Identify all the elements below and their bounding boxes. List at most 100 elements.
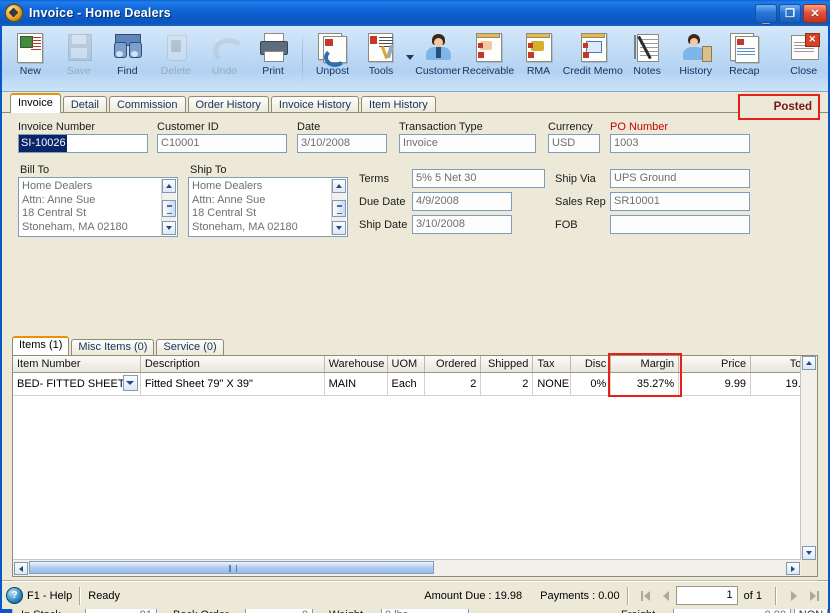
toolbar-unpost-button[interactable]: Unpost [308,29,357,89]
ship-to-scroll-thumb[interactable] [332,200,346,217]
close-button[interactable]: ✕ [803,3,827,23]
cell-tax[interactable]: NONE [533,373,572,395]
nav-last-button[interactable] [804,586,824,605]
toolbar-undo-button[interactable]: Undo [200,29,249,89]
bill-to-scroll-up-icon[interactable] [162,179,176,193]
customer-id-input[interactable]: C10001 [157,134,287,153]
toolbar-receivable-button[interactable]: Receivable [462,29,514,89]
nav-prev-button[interactable] [656,586,676,605]
label-freight: Freight [621,609,655,613]
column-header-price[interactable]: Price [679,356,752,372]
items-grid: Item Number Description Warehouse UOM Or… [12,353,818,577]
cell-description[interactable]: Fitted Sheet 79" X 39" [141,373,325,395]
fob-input[interactable] [610,215,750,234]
grid-horizontal-scrollbar[interactable] [13,559,801,576]
cell-shipped[interactable]: 2 [481,373,534,395]
tab-invoice-history[interactable]: Invoice History [270,96,360,113]
help-icon[interactable]: ? [6,587,23,604]
status-help-label[interactable]: F1 - Help [27,590,72,602]
toolbar-customer-button[interactable]: Customer [414,29,463,89]
label-customer-id: Customer ID [157,121,219,133]
table-row[interactable]: BED- FITTED SHEET Fitted Sheet 79" X 39"… [13,373,817,396]
bill-to-address[interactable]: Home Dealers Attn: Anne Sue 18 Central S… [18,177,178,237]
status-ready-label: Ready [88,589,121,602]
grid-scroll-down-icon[interactable] [802,546,816,560]
toolbar-find-button[interactable]: Find [103,29,152,89]
cell-warehouse[interactable]: MAIN [325,373,388,395]
column-header-ordered[interactable]: Ordered [425,356,482,372]
toolbar-notes-button[interactable]: Notes [623,29,672,89]
cell-uom[interactable]: Each [388,373,426,395]
status-badge: Posted [738,94,820,120]
toolbar-print-button[interactable]: Print [249,29,298,89]
nav-next-button[interactable] [784,586,804,605]
sales-rep-input[interactable]: SR10001 [610,192,750,211]
toolbar-credit-memo-label: Credit Memo [562,65,623,77]
tab-invoice[interactable]: Invoice [10,93,61,113]
cell-ordered[interactable]: 2 [425,373,482,395]
bill-to-line-2: Attn: Anne Sue [22,193,96,206]
bill-to-scrollbar[interactable] [161,179,176,235]
page-number-input[interactable]: 1 [675,586,738,605]
grid-tab-items[interactable]: Items (1) [12,336,70,355]
grid-horizontal-thumb[interactable] [29,561,434,574]
grid-scroll-right-icon[interactable] [786,562,800,575]
close-window-icon: ✕ [788,32,820,62]
transaction-type-input[interactable]: Invoice [399,134,536,153]
column-header-disc[interactable]: Disc [571,356,612,372]
toolbar-credit-memo-button[interactable]: Credit Memo [563,29,623,89]
tab-item-history[interactable]: Item History [361,96,436,113]
date-input[interactable]: 3/10/2008 [297,134,387,153]
ship-to-scroll-up-icon[interactable] [332,179,346,193]
tab-commission[interactable]: Commission [108,96,186,113]
cell-margin[interactable]: 35.27% [611,373,680,395]
cell-disc[interactable]: 0% [571,373,612,395]
grid-scroll-up-icon[interactable] [802,356,816,370]
toolbar-close-button[interactable]: ✕ Close [779,29,828,89]
toolbar-recap-button[interactable]: Recap [720,29,769,89]
toolbar-rma-button[interactable]: RMA [514,29,563,89]
toolbar-customer-label: Customer [415,65,461,77]
toolbar-delete-button[interactable]: Delete [152,29,201,89]
ship-date-input[interactable]: 3/10/2008 [412,215,512,234]
bill-to-scroll-thumb[interactable] [162,200,176,217]
grid-tab-misc-items[interactable]: Misc Items (0) [71,339,155,355]
column-header-description[interactable]: Description [141,356,325,372]
terms-input[interactable]: 5% 5 Net 30 [412,169,545,188]
column-header-warehouse[interactable]: Warehouse [325,356,388,372]
toolbar-tools-button[interactable]: Tools [357,29,406,89]
grid-vertical-scrollbar[interactable] [800,356,817,560]
cell-item-number[interactable]: BED- FITTED SHEET [13,373,141,395]
ship-via-input[interactable]: UPS Ground [610,169,750,188]
grid-scroll-left-icon[interactable] [14,562,28,575]
cell-price[interactable]: 9.99 [679,373,752,395]
ship-to-scrollbar[interactable] [331,179,346,235]
item-number-dropdown-icon[interactable] [122,375,138,391]
toolbar-save-button[interactable]: Save [55,29,104,89]
bill-to-scroll-down-icon[interactable] [162,221,176,235]
ship-to-scroll-down-icon[interactable] [332,221,346,235]
tab-detail[interactable]: Detail [62,96,107,113]
toolbar-new-button[interactable]: New [6,29,55,89]
minimize-button[interactable]: _ [755,3,777,24]
invoice-number-input[interactable]: SI-10026 [18,134,148,153]
nav-first-button[interactable] [636,586,656,605]
column-header-shipped[interactable]: Shipped [481,356,534,372]
po-number-input[interactable]: 1003 [610,134,750,153]
label-ship-via: Ship Via [555,173,596,185]
column-header-uom[interactable]: UOM [388,356,426,372]
grid-tab-service[interactable]: Service (0) [156,339,224,355]
column-header-item-number[interactable]: Item Number [13,356,141,372]
form-tab-strip: Invoice Detail Commission Order History … [10,93,438,113]
maximize-button[interactable]: ❐ [779,3,801,23]
currency-input[interactable]: USD [548,134,600,153]
status-amount-due: Amount Due : 19.98 [424,589,523,602]
column-header-margin[interactable]: Margin [611,356,680,372]
due-date-input[interactable]: 4/9/2008 [412,192,512,211]
toolbar-history-button[interactable]: History [671,29,720,89]
tab-order-history[interactable]: Order History [187,96,269,113]
label-terms: Terms [359,173,389,185]
ship-to-address[interactable]: Home Dealers Attn: Anne Sue 18 Central S… [188,177,348,237]
column-header-tax[interactable]: Tax [533,356,572,372]
tools-dropdown-arrow-icon[interactable] [405,29,414,85]
